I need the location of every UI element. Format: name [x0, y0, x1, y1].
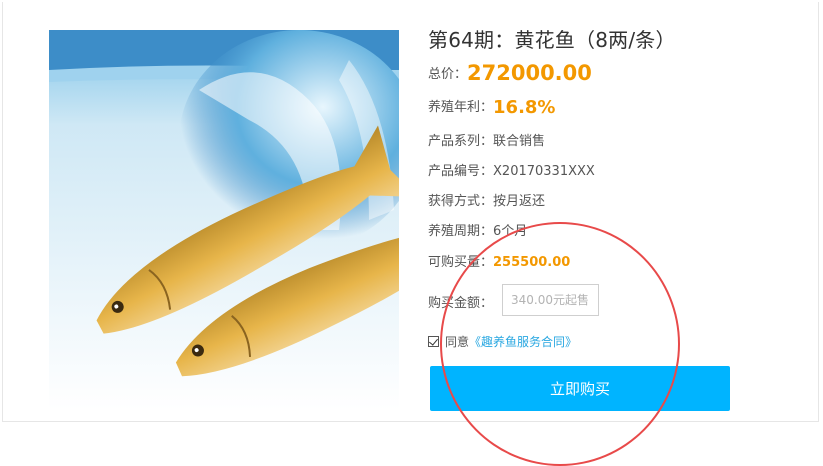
amount-label: 购买金额： [428, 296, 494, 311]
series-row: 产品系列：联合销售 [428, 130, 545, 149]
series-value: 联合销售 [493, 134, 546, 149]
product-card: 第64期：黄花鱼（8两/条） 总价：272000.00 养殖年利：16.8% 产… [2, 2, 819, 422]
buy-now-button[interactable]: 立即购买 [430, 366, 730, 411]
annual-rate-label: 养殖年利： [428, 100, 494, 115]
total-price-row: 总价：272000.00 [428, 61, 592, 85]
code-row: 产品编号：X20170331XXX [428, 160, 595, 179]
available-value: 255500.00 [493, 255, 571, 270]
amount-input[interactable] [502, 284, 599, 316]
agree-checkbox[interactable] [428, 336, 439, 347]
product-title: 第64期：黄花鱼（8两/条） [428, 28, 676, 52]
period-value: 6个月 [493, 224, 528, 239]
annual-rate-row: 养殖年利：16.8% [428, 96, 555, 118]
agree-label: 同意 [445, 335, 470, 349]
contract-link[interactable]: 《趣养鱼服务合同》 [469, 335, 577, 349]
code-label: 产品编号： [428, 164, 494, 179]
agree-row: 同意《趣养鱼服务合同》 [428, 333, 577, 350]
period-label: 养殖周期： [428, 224, 494, 239]
method-value: 按月返还 [493, 194, 546, 209]
series-label: 产品系列： [428, 134, 494, 149]
method-label: 获得方式： [428, 194, 494, 209]
annual-rate-value: 16.8% [493, 97, 556, 118]
total-price-label: 总价： [428, 67, 468, 82]
method-row: 获得方式：按月返还 [428, 190, 545, 209]
code-value: X20170331XXX [493, 164, 595, 179]
product-image [49, 30, 399, 410]
available-label: 可购买量： [428, 255, 494, 270]
total-price-value: 272000.00 [467, 61, 592, 85]
available-row: 可购买量：255500.00 [428, 251, 570, 270]
period-row: 养殖周期：6个月 [428, 220, 527, 239]
